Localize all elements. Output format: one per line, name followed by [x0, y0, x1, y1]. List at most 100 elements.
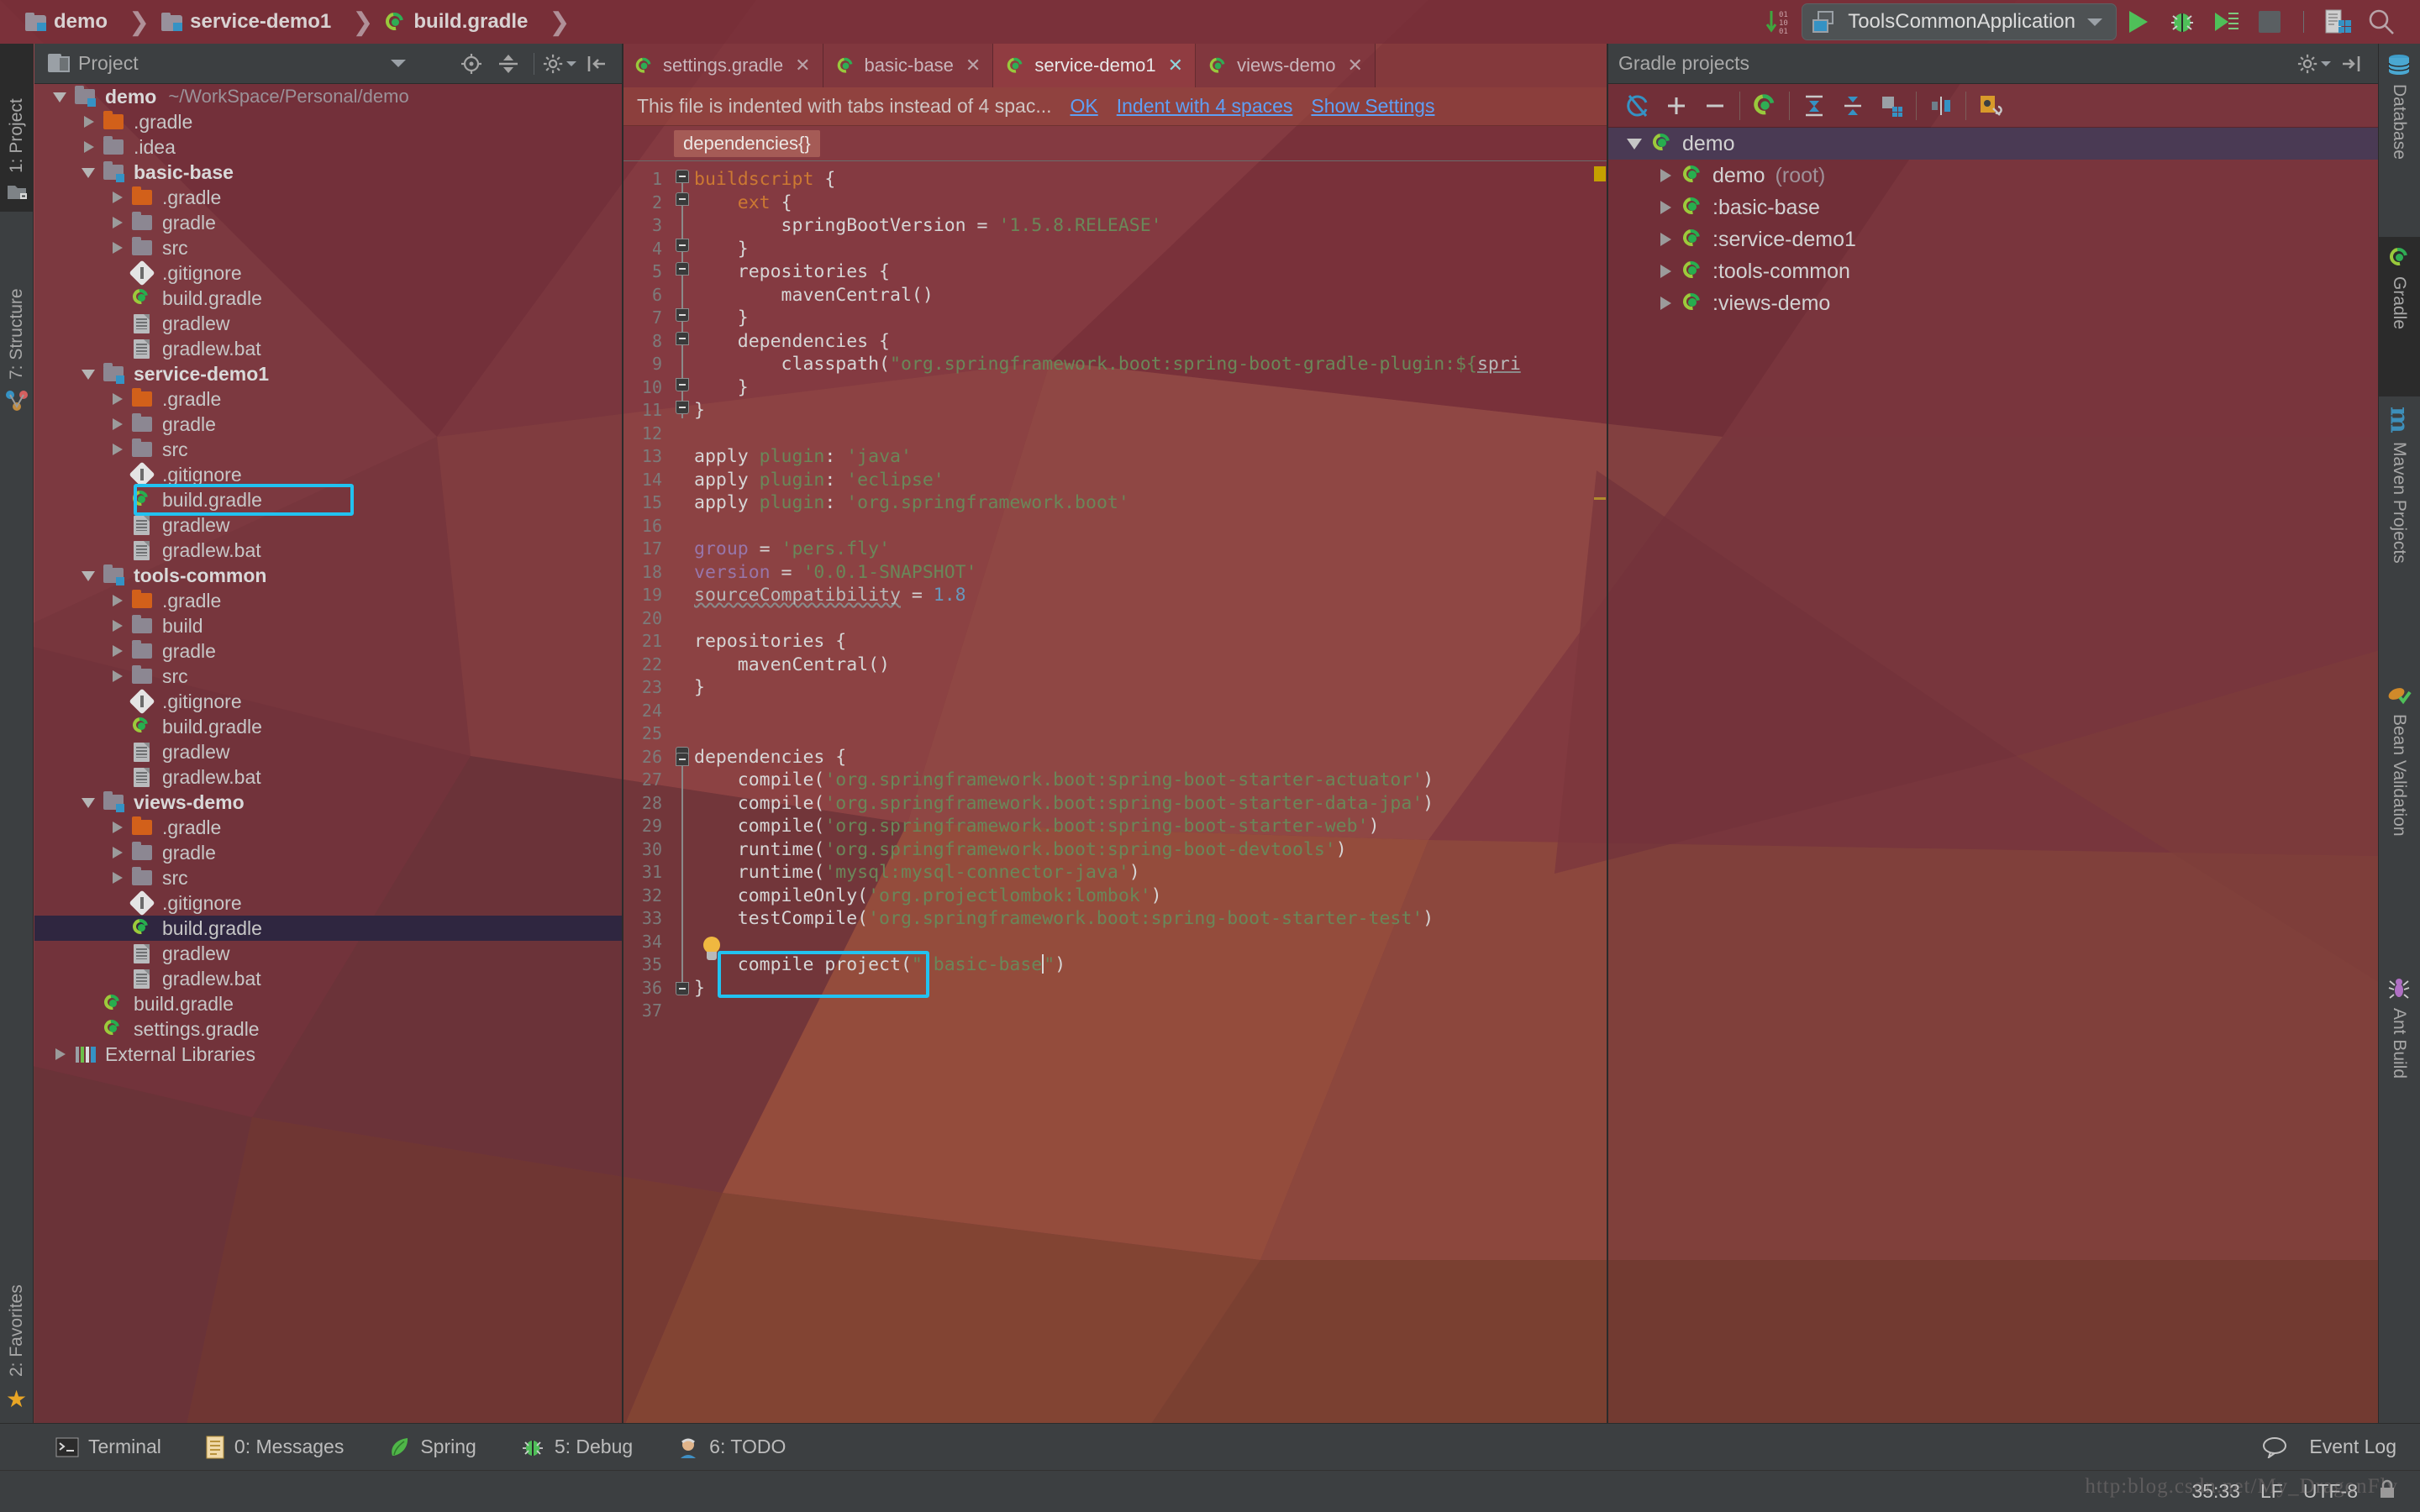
- code-line[interactable]: apply plugin: 'eclipse': [694, 469, 1607, 492]
- tree-item--gradle[interactable]: .gradle: [34, 588, 622, 613]
- tree-item-gradle[interactable]: gradle: [34, 840, 622, 865]
- tree-item-src[interactable]: src: [34, 664, 622, 689]
- notification-action-indent[interactable]: Indent with 4 spaces: [1117, 95, 1293, 118]
- close-icon[interactable]: ✕: [1168, 55, 1183, 76]
- tree-item--gradle[interactable]: .gradle: [34, 386, 622, 412]
- tree-item--gradle[interactable]: .gradle: [34, 109, 622, 134]
- code-line[interactable]: compile('org.springframework.boot:spring…: [694, 815, 1607, 838]
- code-line[interactable]: mavenCentral(): [694, 284, 1607, 307]
- sidebar-item-project[interactable]: 1: Project: [0, 44, 34, 212]
- code-line[interactable]: compileOnly('org.projectlombok:lombok'): [694, 885, 1607, 908]
- search-everywhere-icon[interactable]: [2360, 3, 2403, 40]
- tree-item-tools-common[interactable]: tools-common: [34, 563, 622, 588]
- run-icon[interactable]: [2117, 3, 2160, 40]
- gradle-project-tree[interactable]: demo demo (root):basic-base:service-demo1:…: [1608, 128, 2378, 319]
- stop-icon[interactable]: [2248, 3, 2291, 40]
- tree-item-gradle[interactable]: gradle: [34, 638, 622, 664]
- code-line[interactable]: runtime('org.springframework.boot:spring…: [694, 838, 1607, 862]
- expand-all-icon[interactable]: [1795, 87, 1833, 125]
- tree-item-gradlew[interactable]: gradlew: [34, 941, 622, 966]
- code-line[interactable]: testCompile('org.springframework.boot:sp…: [694, 907, 1607, 931]
- code-line[interactable]: apply plugin: 'org.springframework.boot': [694, 491, 1607, 515]
- tree-item-basic-base[interactable]: basic-base: [34, 160, 622, 185]
- tree-item--idea[interactable]: .idea: [34, 134, 622, 160]
- chevron-down-icon[interactable]: [1627, 134, 1645, 153]
- bottom-item-todo[interactable]: 6: TODO: [655, 1436, 808, 1459]
- editor-marker-strip[interactable]: [1592, 161, 1607, 1423]
- fold-gutter[interactable]: [672, 161, 694, 1423]
- tree-item-src[interactable]: src: [34, 235, 622, 260]
- update-project-icon[interactable]: 01 10 01: [1758, 3, 1802, 40]
- gear-icon[interactable]: [2297, 47, 2331, 81]
- tree-item-gradlew[interactable]: gradlew: [34, 311, 622, 336]
- editor-tab-settings-gradle[interactable]: settings.gradle ✕: [622, 44, 823, 87]
- code-line[interactable]: [694, 931, 1607, 954]
- chevron-right-icon[interactable]: [110, 190, 125, 205]
- notification-action-settings[interactable]: Show Settings: [1311, 95, 1434, 118]
- refresh-icon[interactable]: [1618, 87, 1657, 125]
- tree-item-gradlew[interactable]: gradlew: [34, 739, 622, 764]
- code-line[interactable]: classpath("org.springframework.boot:spri…: [694, 353, 1607, 376]
- code-line[interactable]: compile('org.springframework.boot:spring…: [694, 792, 1607, 816]
- sidebar-item-bean-validation[interactable]: Bean Validation: [2378, 674, 2420, 968]
- gradle-tree-item--tools-common[interactable]: :tools-common: [1608, 255, 2378, 287]
- locate-icon[interactable]: [455, 47, 488, 81]
- code-line[interactable]: [694, 515, 1607, 538]
- fold-marker[interactable]: [676, 982, 689, 995]
- code-line[interactable]: dependencies {: [694, 330, 1607, 354]
- code-line[interactable]: compile('org.springframework.boot:spring…: [694, 769, 1607, 792]
- fold-marker[interactable]: [676, 262, 689, 276]
- bottom-item-messages[interactable]: 0: Messages: [183, 1436, 366, 1459]
- modules-icon[interactable]: [1872, 87, 1911, 125]
- code-line[interactable]: repositories {: [694, 260, 1607, 284]
- tree-item--gitignore[interactable]: .gitignore: [34, 260, 622, 286]
- tree-item-build-gradle[interactable]: build.gradle: [34, 916, 622, 941]
- chevron-right-icon[interactable]: [110, 870, 125, 885]
- add-icon[interactable]: [1657, 87, 1696, 125]
- tree-item-settings-gradle[interactable]: settings.gradle: [34, 1016, 622, 1042]
- tree-item-build-gradle[interactable]: build.gradle: [34, 286, 622, 311]
- chevron-down-icon[interactable]: [53, 89, 68, 104]
- panel-divider-left[interactable]: [622, 44, 623, 1423]
- project-file-tree[interactable]: demo ~/WorkSpace/Personal/demo .gradle .ide…: [34, 84, 622, 1067]
- run-coverage-icon[interactable]: [2204, 3, 2248, 40]
- tree-item-gradle[interactable]: gradle: [34, 412, 622, 437]
- remove-icon[interactable]: [1696, 87, 1734, 125]
- breadcrumb-item-project[interactable]: demo ❯: [25, 8, 161, 37]
- notification-action-ok[interactable]: OK: [1071, 95, 1098, 118]
- intention-bulb-icon[interactable]: [701, 937, 723, 963]
- bottom-item-terminal[interactable]: Terminal: [34, 1436, 183, 1458]
- chevron-right-icon[interactable]: [82, 139, 97, 155]
- chevron-right-icon[interactable]: [82, 114, 97, 129]
- code-line[interactable]: [694, 700, 1607, 723]
- code-line[interactable]: compile project(":basic-base"): [694, 953, 1607, 977]
- code-line[interactable]: group = 'pers.fly': [694, 538, 1607, 561]
- fold-marker[interactable]: [676, 170, 689, 183]
- chevron-right-icon[interactable]: [110, 240, 125, 255]
- code-editor[interactable]: 1 2 3 4 5 6 7 8 9 10 11 12 13 14 15 16 17 18 19 20 21 22 23 24 2…: [622, 161, 1607, 1423]
- tree-item--gitignore[interactable]: .gitignore: [34, 461, 622, 488]
- collapse-all-icon[interactable]: [1833, 87, 1872, 125]
- sidebar-item-database[interactable]: Database: [2378, 44, 2420, 237]
- fold-marker[interactable]: [676, 308, 689, 322]
- gradle-tree-item--views-demo[interactable]: :views-demo: [1608, 287, 2378, 319]
- hide-icon[interactable]: [2334, 47, 2368, 81]
- bottom-item-debug[interactable]: 5: Debug: [498, 1436, 655, 1459]
- fold-marker[interactable]: [676, 753, 689, 766]
- sidebar-item-gradle[interactable]: Gradle: [2378, 237, 2420, 396]
- gradle-tree-item--service-demo1[interactable]: :service-demo1: [1608, 223, 2378, 255]
- tree-item-demo[interactable]: demo ~/WorkSpace/Personal/demo: [34, 84, 622, 109]
- code-line[interactable]: }: [694, 376, 1607, 400]
- gradle-settings-icon[interactable]: [1971, 87, 2010, 125]
- tree-item-external-libraries[interactable]: External Libraries: [34, 1042, 622, 1067]
- fold-marker[interactable]: [676, 401, 689, 414]
- gradle-tree-item--basic-base[interactable]: :basic-base: [1608, 192, 2378, 223]
- code-line[interactable]: version = '0.0.1-SNAPSHOT': [694, 561, 1607, 585]
- code-line[interactable]: springBootVersion = '1.5.8.RELEASE': [694, 214, 1607, 238]
- fold-marker[interactable]: [676, 332, 689, 345]
- sidebar-item-ant-build[interactable]: Ant Build: [2378, 968, 2420, 1161]
- chevron-right-icon[interactable]: [110, 845, 125, 860]
- code-line[interactable]: apply plugin: 'java': [694, 445, 1607, 469]
- close-icon[interactable]: ✕: [795, 55, 810, 76]
- tree-item--gitignore[interactable]: .gitignore: [34, 890, 622, 916]
